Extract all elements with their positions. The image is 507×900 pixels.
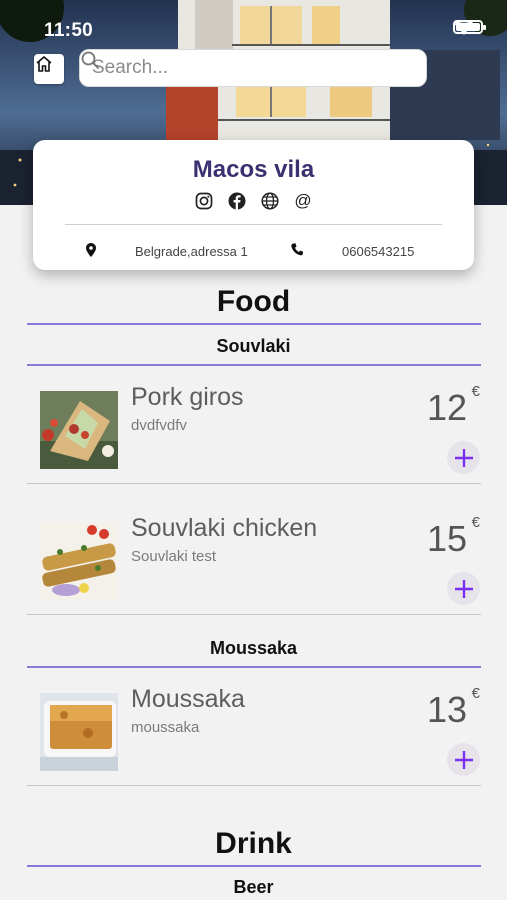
- search-icon: [81, 51, 99, 69]
- item-description: dvdfvdfv: [131, 417, 187, 434]
- restaurant-address[interactable]: Belgrade,adressa 1: [135, 244, 248, 259]
- item-divider: [27, 785, 481, 786]
- item-price: 13: [426, 689, 467, 730]
- category-title-beer: Beer: [233, 877, 274, 897]
- section-divider: [27, 323, 481, 325]
- globe-icon[interactable]: [261, 191, 280, 210]
- plus-icon: [454, 750, 473, 769]
- phone-icon: [291, 243, 303, 256]
- add-to-cart-button[interactable]: [447, 743, 480, 776]
- social-links: @: [33, 191, 474, 210]
- home-icon: [36, 56, 52, 72]
- status-time: 11:50: [44, 20, 94, 41]
- item-divider: [27, 614, 481, 615]
- item-name: Souvlaki chicken: [131, 514, 318, 542]
- restaurant-phone[interactable]: 0606543215: [342, 244, 414, 259]
- item-description: moussaka: [131, 719, 200, 736]
- item-currency: €: [471, 514, 480, 531]
- section-title-food: Food: [216, 285, 291, 318]
- category-title-souvlaki: Souvlaki: [216, 336, 291, 356]
- add-to-cart-button[interactable]: [447, 441, 480, 474]
- menu-item: Moussaka moussaka 13 €: [27, 669, 481, 785]
- item-divider: [27, 483, 481, 484]
- item-description: Souvlaki test: [131, 548, 217, 565]
- plus-icon: [454, 448, 473, 467]
- section-title-drink: Drink: [215, 827, 292, 860]
- category-divider: [27, 666, 481, 668]
- menu-item: Pork giros dvdfvdfv 12 €: [27, 367, 481, 483]
- item-image-moussaka: [40, 693, 118, 771]
- facebook-icon[interactable]: [228, 191, 247, 210]
- restaurant-info-card: Macos vila @ Belgrade,adressa 1 06065432…: [33, 140, 474, 270]
- category-divider: [27, 364, 481, 366]
- item-currency: €: [471, 685, 480, 702]
- add-to-cart-button[interactable]: [447, 572, 480, 605]
- instagram-icon[interactable]: [195, 191, 214, 210]
- battery-icon: [453, 20, 486, 34]
- plus-icon: [454, 579, 473, 598]
- section-divider: [27, 865, 481, 867]
- contact-row: Belgrade,adressa 1 0606543215: [33, 242, 474, 262]
- restaurant-name: Macos vila: [192, 156, 315, 183]
- item-image-souvlaki-chicken: [40, 522, 118, 600]
- item-name: Moussaka: [131, 685, 245, 713]
- menu-item: Souvlaki chicken Souvlaki test 15 €: [27, 498, 481, 614]
- item-image-pork-giros: [40, 391, 118, 469]
- location-pin-icon: [86, 243, 96, 257]
- email-icon[interactable]: @: [294, 191, 313, 210]
- home-button[interactable]: [34, 54, 64, 84]
- search-input[interactable]: [92, 57, 382, 79]
- category-title-moussaka: Moussaka: [209, 638, 298, 658]
- item-name: Pork giros: [131, 383, 244, 411]
- card-divider: [65, 224, 442, 225]
- item-price: 12: [426, 387, 467, 428]
- search-bar[interactable]: [79, 49, 427, 87]
- item-price: 15: [426, 518, 467, 559]
- item-currency: €: [471, 383, 480, 400]
